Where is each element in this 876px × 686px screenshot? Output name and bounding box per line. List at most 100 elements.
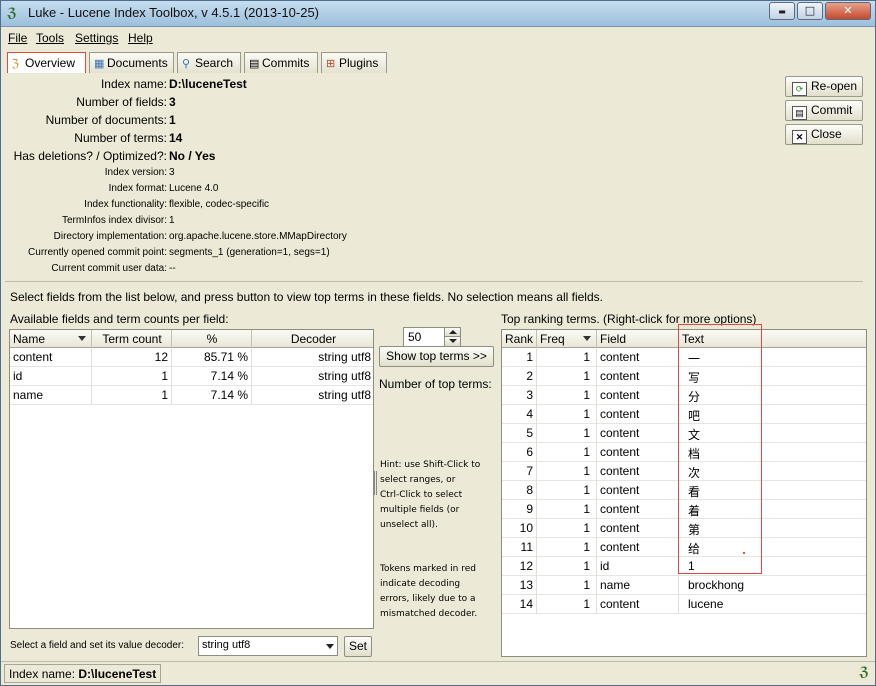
table-row[interactable]: 12 1 id 1	[502, 557, 866, 576]
table-row[interactable]: 6 1 content 档	[502, 443, 866, 462]
table-row[interactable]: 2 1 content 写	[502, 367, 866, 386]
index-functionality-label: Index functionality:	[84, 199, 167, 210]
spinner-up-button[interactable]	[444, 328, 460, 337]
set-decoder-button[interactable]: Set	[344, 636, 372, 657]
terminfos-divisor-label: TermInfos index divisor:	[61, 215, 167, 226]
sort-arrow-icon	[583, 336, 591, 341]
rank-cell: 3	[502, 386, 537, 405]
percent-cell: 7.14 %	[172, 386, 252, 405]
plugins-icon: ⊞	[326, 58, 336, 70]
freq-cell: 1	[537, 348, 597, 367]
column-header-term-count[interactable]: Term count	[92, 330, 172, 348]
text-cell: 分	[688, 390, 701, 404]
freq-cell: 1	[537, 424, 597, 443]
column-header-rank[interactable]: Rank	[502, 330, 537, 348]
arrow-down-icon	[449, 339, 457, 343]
column-header-percent[interactable]: %	[172, 330, 252, 348]
minimize-button[interactable]: ▬	[769, 2, 795, 20]
text-cell: 1	[688, 559, 695, 573]
rank-cell: 9	[502, 500, 537, 519]
tab-commits[interactable]: ▤ Commits	[244, 52, 318, 73]
text-cell: 吧	[688, 409, 701, 423]
text-cell: brockhong	[688, 578, 745, 592]
table-row[interactable]: 8 1 content 看	[502, 481, 866, 500]
rank-cell: 14	[502, 595, 537, 614]
table-row[interactable]: 9 1 content 着	[502, 500, 866, 519]
freq-cell: 1	[537, 405, 597, 424]
reopen-button[interactable]: ⟳ Re-open	[785, 76, 863, 97]
maximize-button[interactable]: □	[797, 2, 823, 20]
close-window-button[interactable]: ✕	[825, 2, 871, 20]
table-row[interactable]: 1 1 content 一	[502, 348, 866, 367]
table-row[interactable]: 10 1 content 第	[502, 519, 866, 538]
freq-cell: 1	[537, 576, 597, 595]
freq-cell: 1	[537, 595, 597, 614]
num-top-terms-spinner[interactable]: 50	[403, 327, 461, 347]
term-count-cell: 1	[92, 386, 172, 405]
show-top-terms-button[interactable]: Show top terms >>	[379, 346, 494, 367]
table-row[interactable]: 4 1 content 吧	[502, 405, 866, 424]
number-of-documents-label: Number of documents:	[45, 113, 167, 127]
commit-button[interactable]: ▤ Commit	[785, 100, 863, 121]
window-title: Luke - Lucene Index Toolbox, v 4.5.1 (20…	[28, 5, 320, 20]
commit-user-data-value: --	[169, 263, 176, 274]
table-row[interactable]: name 1 7.14 % string utf8	[10, 386, 373, 405]
column-header-field[interactable]: Field	[597, 330, 679, 348]
luke-app-icon: ℨ	[7, 6, 17, 21]
table-row[interactable]: id 1 7.14 % string utf8	[10, 367, 373, 386]
resize-grip-icon[interactable]: ℨ	[859, 665, 869, 680]
table-row[interactable]: 3 1 content 分	[502, 386, 866, 405]
commit-user-data-label: Current commit user data:	[51, 263, 167, 274]
tokens-note: Tokens marked in red indicate decoding e…	[380, 564, 478, 619]
field-cell: content	[597, 595, 679, 614]
rank-cell: 11	[502, 538, 537, 557]
menu-settings[interactable]: Settings	[75, 31, 118, 45]
number-of-fields-value: 3	[169, 95, 176, 109]
close-index-button[interactable]: ✕ Close	[785, 124, 863, 145]
column-header-freq[interactable]: Freq	[537, 330, 597, 348]
fields-table[interactable]: Name Term count % Decoder content 12 85.…	[9, 329, 374, 629]
table-row[interactable]: 14 1 content lucene	[502, 595, 866, 614]
rank-cell: 13	[502, 576, 537, 595]
table-row[interactable]: 11 1 content 给	[502, 538, 866, 557]
menu-help[interactable]: Help	[128, 31, 153, 45]
spinner-down-button[interactable]	[444, 337, 460, 346]
table-row[interactable]: 13 1 name brockhong	[502, 576, 866, 595]
table-row[interactable]: 5 1 content 文	[502, 424, 866, 443]
num-top-terms-value: 50	[408, 330, 422, 344]
rank-cell: 6	[502, 443, 537, 462]
column-header-text[interactable]: Text	[679, 330, 866, 348]
menu-file[interactable]: File	[8, 31, 27, 45]
tab-overview[interactable]: ℨ Overview	[7, 52, 86, 73]
tab-plugins[interactable]: ⊞ Plugins	[321, 52, 387, 73]
table-row[interactable]: content 12 85.71 % string utf8	[10, 348, 373, 367]
field-cell: content	[597, 348, 679, 367]
table-row[interactable]: 7 1 content 次	[502, 462, 866, 481]
decoder-select[interactable]: string utf8	[198, 636, 338, 656]
field-name-cell: id	[10, 367, 92, 386]
commit-point-label: Currently opened commit point:	[28, 247, 167, 258]
column-header-decoder[interactable]: Decoder	[252, 330, 373, 348]
tab-search[interactable]: ⚲ Search	[177, 52, 241, 73]
commit-point-value: segments_1 (generation=1, segs=1)	[169, 247, 330, 258]
tab-documents[interactable]: ▦ Documents	[89, 52, 174, 73]
text-cell: 给	[688, 542, 701, 556]
field-cell: content	[597, 462, 679, 481]
menu-tools[interactable]: Tools	[36, 31, 64, 45]
decoder-label: Select a field and set its value decoder…	[10, 640, 184, 651]
split-pane-handle[interactable]	[374, 471, 377, 495]
column-header-name[interactable]: Name	[10, 330, 92, 348]
text-cell: 次	[688, 466, 701, 480]
freq-cell: 1	[537, 538, 597, 557]
fields-caption: Available fields and term counts per fie…	[10, 312, 229, 326]
close-icon: ✕	[792, 130, 807, 144]
number-of-terms-value: 14	[169, 131, 183, 145]
chevron-down-icon	[326, 644, 334, 649]
title-bar[interactable]: ℨ Luke - Lucene Index Toolbox, v 4.5.1 (…	[1, 1, 875, 27]
text-cell: 写	[688, 371, 701, 385]
arrow-up-icon	[449, 330, 457, 334]
top-terms-table[interactable]: Rank Freq Field Text 1 1 content 一 2 1 content…	[501, 329, 867, 657]
field-cell: content	[597, 443, 679, 462]
annotation-mark	[743, 552, 745, 554]
field-name-cell: name	[10, 386, 92, 405]
